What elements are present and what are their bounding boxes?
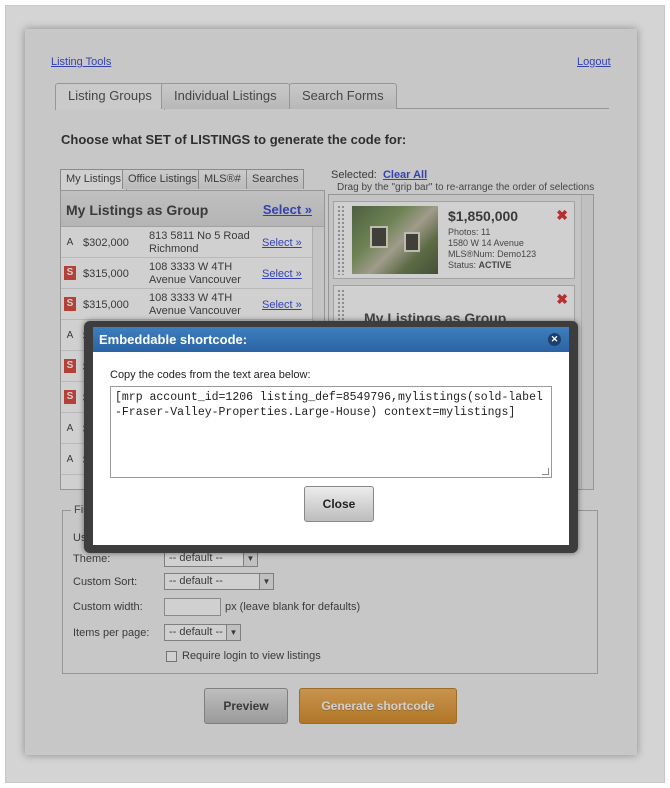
modal-instructions: Copy the codes from the text area below: bbox=[110, 369, 311, 381]
shortcode-modal: Embeddable shortcode: ✕ Copy the codes f… bbox=[93, 327, 569, 545]
close-icon[interactable]: ✕ bbox=[548, 333, 561, 346]
resize-handle[interactable] bbox=[542, 468, 549, 475]
shortcode-textarea[interactable]: [mrp account_id=1206 listing_def=8549796… bbox=[110, 386, 552, 478]
modal-title: Embeddable shortcode: bbox=[99, 332, 248, 347]
modal-title-bar: Embeddable shortcode: ✕ bbox=[93, 327, 569, 352]
close-button[interactable]: Close bbox=[304, 486, 374, 522]
